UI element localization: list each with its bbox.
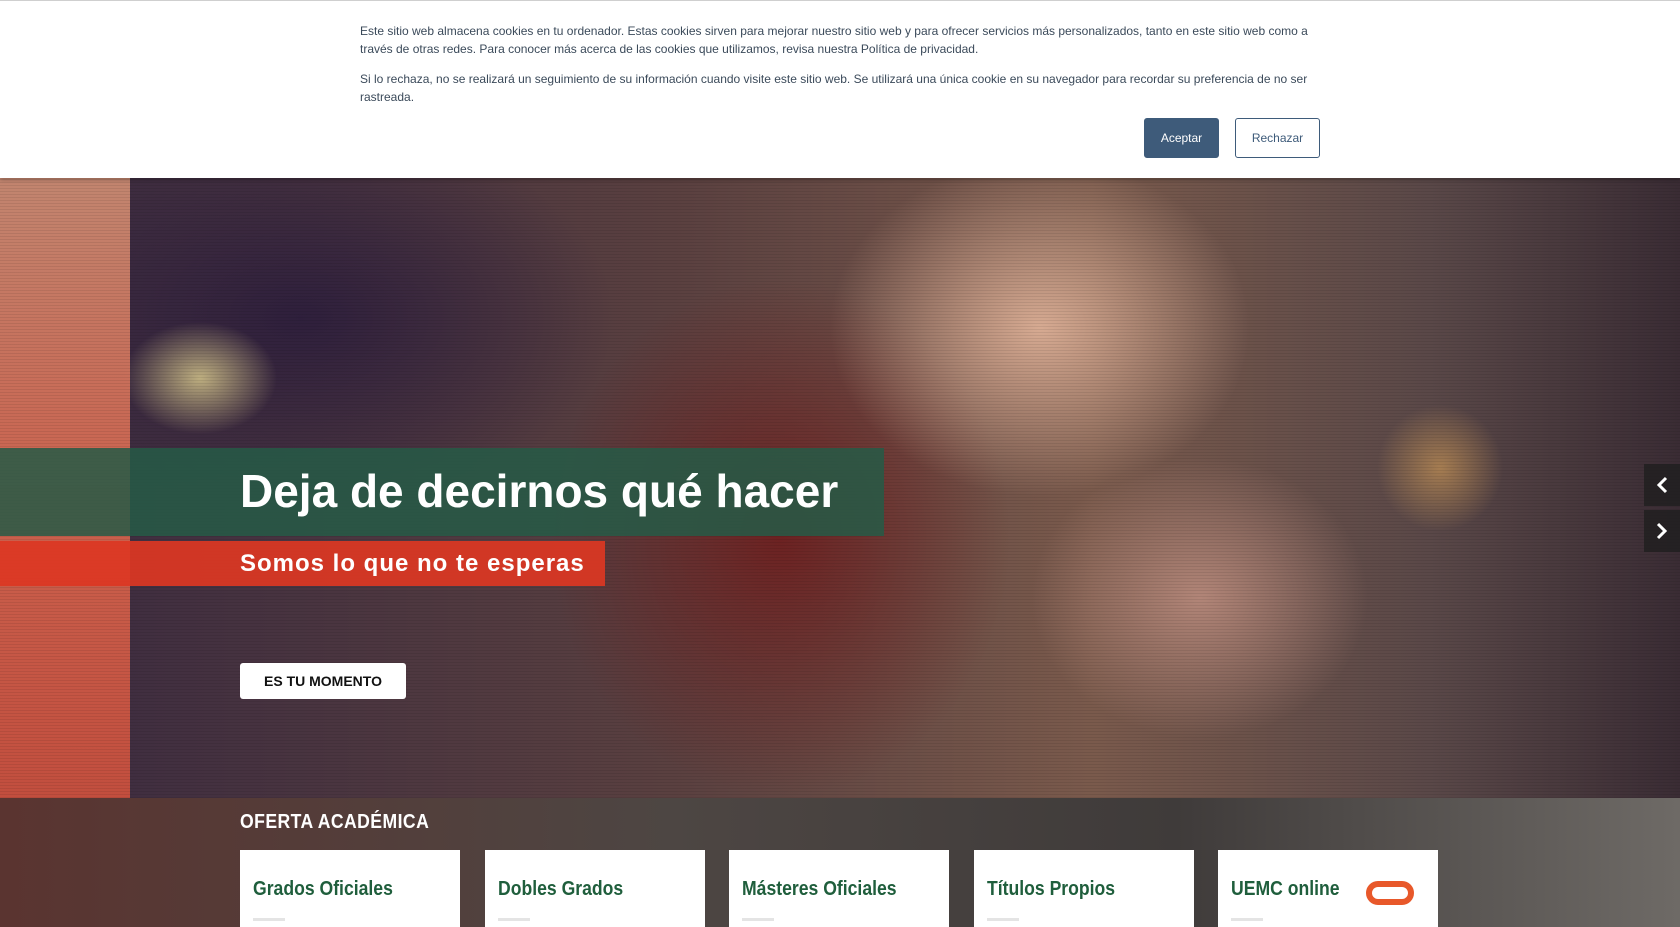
card-title: Dobles Grados [498,878,624,900]
reject-cookies-button[interactable]: Rechazar [1235,118,1320,158]
chevron-left-icon [1656,476,1668,494]
card-uemc-online[interactable]: UEMC online [1218,850,1438,927]
cookie-paragraph-1: Este sitio web almacena cookies en tu or… [360,24,1308,56]
cookie-banner: Este sitio web almacena cookies en tu or… [0,0,1680,178]
card-title: Grados Oficiales [253,878,393,900]
card-title: UEMC online [1231,878,1340,900]
slider-prev-button[interactable] [1644,464,1680,506]
card-masteres-oficiales[interactable]: Másteres Oficiales [729,850,949,927]
hero-title: Deja de decirnos qué hacer [240,465,839,517]
card-titulos-propios[interactable]: Títulos Propios [974,850,1194,927]
slider-next-button[interactable] [1644,510,1680,552]
oferta-academica-heading: OFERTA ACADÉMICA [240,811,430,833]
hero-slider: Deja de decirnos qué hacer Somos lo que … [0,178,1680,798]
chevron-right-icon [1656,522,1668,540]
card-title: Másteres Oficiales [742,878,897,900]
card-dobles-grados[interactable]: Dobles Grados [485,850,705,927]
cookie-paragraph-2: Si lo rechaza, no se realizará un seguim… [360,72,1308,104]
card-divider [253,918,285,921]
card-divider [498,918,530,921]
cookie-text: Este sitio web almacena cookies en tu or… [360,22,1320,106]
card-divider [987,918,1019,921]
oferta-academica-section: OFERTA ACADÉMICA Grados Oficiales Dobles… [0,798,1680,927]
uemc-online-logo-icon [1366,881,1414,905]
card-divider [1231,918,1263,921]
card-divider [742,918,774,921]
hero-subtitle: Somos lo que no te esperas [240,550,585,577]
accept-cookies-button[interactable]: Aceptar [1144,118,1219,158]
card-grados-oficiales[interactable]: Grados Oficiales [240,850,460,927]
card-title: Títulos Propios [987,878,1116,900]
es-tu-momento-button[interactable]: ES TU MOMENTO [240,663,406,699]
